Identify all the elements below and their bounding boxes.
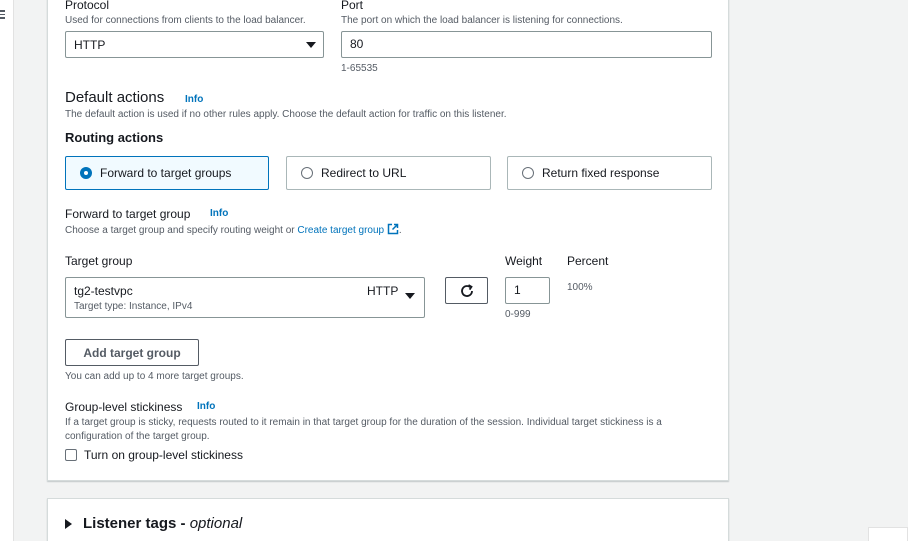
port-label: Port bbox=[341, 0, 364, 12]
target-group-protocol: HTTP bbox=[367, 284, 399, 298]
routing-actions-heading: Routing actions bbox=[65, 130, 164, 145]
routing-option-label: Return fixed response bbox=[542, 166, 660, 180]
forward-description: Choose a target group and specify routin… bbox=[65, 225, 295, 236]
default-actions-info-link[interactable]: Info bbox=[185, 94, 203, 105]
listener-tags-title: Listener tags - bbox=[83, 515, 190, 532]
target-group-name: tg2-testvpc bbox=[74, 284, 133, 298]
protocol-select[interactable]: HTTP bbox=[65, 31, 324, 58]
refresh-button[interactable] bbox=[445, 277, 488, 304]
routing-option-forward[interactable]: Forward to target groups bbox=[65, 156, 269, 190]
caret-right-icon[interactable] bbox=[65, 519, 72, 529]
port-range-hint: 1-65535 bbox=[341, 63, 378, 74]
percent-value: 100% bbox=[567, 282, 593, 293]
refresh-icon bbox=[460, 283, 473, 297]
add-target-group-hint: You can add up to 4 more target groups. bbox=[65, 371, 244, 382]
radio-unselected-icon bbox=[522, 167, 534, 179]
target-group-type: Target type: Instance, IPv4 bbox=[74, 301, 193, 312]
target-group-select[interactable]: tg2-testvpc Target type: Instance, IPv4 … bbox=[65, 277, 425, 318]
listener-tags-header[interactable]: Listener tags - optional bbox=[83, 515, 242, 532]
protocol-description: Used for connections from clients to the… bbox=[65, 15, 306, 26]
protocol-label: Protocol bbox=[65, 0, 110, 12]
stickiness-info-link[interactable]: Info bbox=[197, 401, 215, 412]
menu-icon[interactable] bbox=[0, 10, 6, 20]
port-description: The port on which the load balancer is l… bbox=[341, 15, 623, 26]
weight-label: Weight bbox=[505, 254, 543, 268]
stickiness-label: Group-level stickiness bbox=[65, 400, 183, 414]
add-target-group-button[interactable]: Add target group bbox=[65, 339, 199, 366]
chevron-down-icon bbox=[306, 42, 316, 48]
radio-selected-icon bbox=[80, 167, 92, 179]
stickiness-checkbox[interactable] bbox=[65, 449, 77, 461]
weight-range-hint: 0-999 bbox=[505, 309, 531, 320]
chevron-down-icon bbox=[405, 293, 415, 299]
external-link-icon[interactable] bbox=[387, 223, 399, 235]
weight-input[interactable]: 1 bbox=[505, 277, 550, 304]
stickiness-checkbox-label: Turn on group-level stickiness bbox=[84, 448, 243, 462]
listener-tags-optional: optional bbox=[189, 515, 243, 532]
routing-option-label: Redirect to URL bbox=[321, 166, 407, 180]
target-group-label: Target group bbox=[65, 254, 133, 268]
stickiness-description: If a target group is sticky, requests ro… bbox=[65, 417, 662, 442]
corner-widget bbox=[868, 527, 908, 541]
create-target-group-link[interactable]: Create target group bbox=[297, 225, 384, 236]
default-actions-heading: Default actions bbox=[65, 89, 165, 106]
radio-unselected-icon bbox=[301, 167, 313, 179]
routing-option-fixed-response[interactable]: Return fixed response bbox=[507, 156, 712, 190]
forward-info-link[interactable]: Info bbox=[210, 208, 228, 219]
forward-description-end: . bbox=[398, 225, 402, 236]
forward-description-line: Choose a target group and specify routin… bbox=[65, 223, 402, 236]
protocol-value: HTTP bbox=[74, 38, 106, 52]
routing-option-label: Forward to target groups bbox=[100, 166, 232, 180]
left-navigation-strip bbox=[0, 0, 14, 541]
routing-option-redirect[interactable]: Redirect to URL bbox=[286, 156, 491, 190]
port-input[interactable]: 80 bbox=[341, 31, 712, 58]
forward-label: Forward to target group bbox=[65, 207, 191, 221]
percent-label: Percent bbox=[567, 254, 609, 268]
default-actions-description: The default action is used if no other r… bbox=[65, 109, 507, 120]
